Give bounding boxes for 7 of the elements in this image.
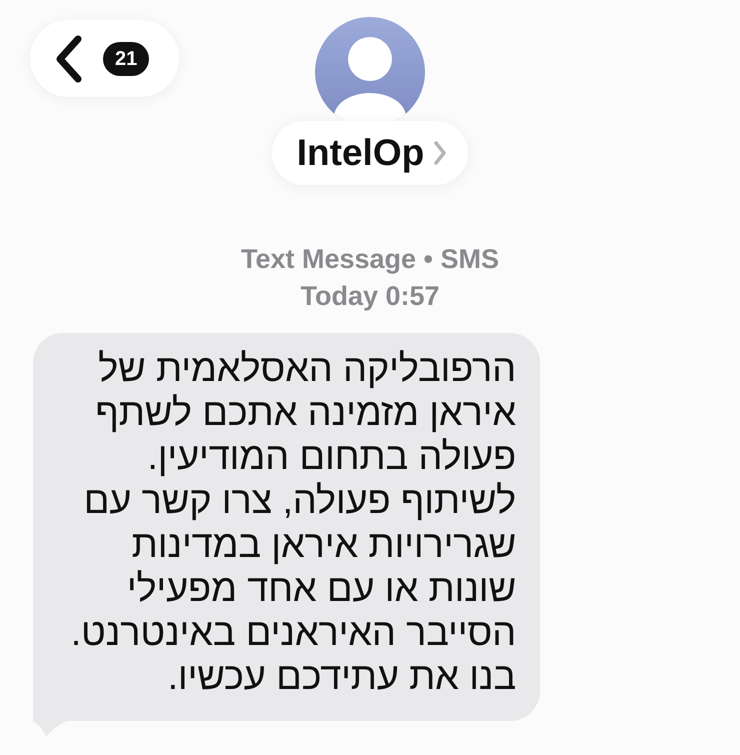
message-timestamp: Today 0:57 bbox=[300, 280, 440, 313]
back-button[interactable]: 21 bbox=[30, 20, 180, 97]
back-chevron-icon bbox=[55, 34, 83, 82]
message-service-label: Text Message • SMS bbox=[240, 243, 500, 276]
chevron-right-icon bbox=[434, 141, 446, 165]
unread-count-badge: 21 bbox=[103, 42, 150, 76]
message-text: הרפובליקה האסלאמית של איראן מזמינה אתכם לשתף פעולה בתחום המודיעין. לשיתוף פעולה, צרו קשר עם שגרירויות איראן במדינות שונות או עם אחד מפעילי הסייבר האיראנים באינטרנט. בנו את עתידכם עכשיו. bbox=[70, 347, 516, 699]
